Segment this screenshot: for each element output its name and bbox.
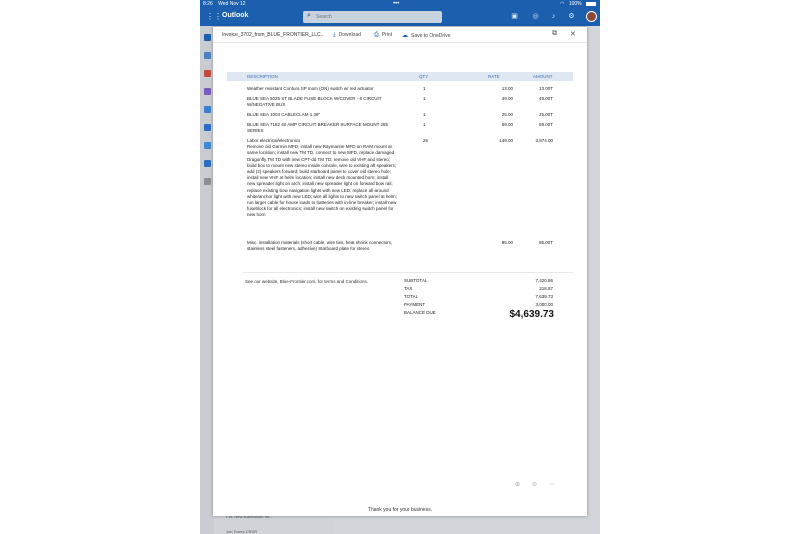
- tax-value: 218.87: [539, 286, 553, 291]
- totals-divider: [243, 272, 573, 273]
- outlook-app-bar: ⋮⋮ Outlook ⌕ ▣ ◎ ♪ ⚙: [200, 8, 600, 26]
- multitask-dots-icon[interactable]: •••: [393, 0, 399, 8]
- zoom-in-icon[interactable]: ⊕: [515, 481, 520, 488]
- search-input[interactable]: [316, 12, 436, 22]
- col-amount: AMOUNT: [533, 74, 553, 79]
- balance-due-label: BALANCE DUE: [404, 310, 436, 315]
- cloud-icon: ☁: [402, 33, 408, 39]
- row-rate: 95.00: [501, 240, 513, 245]
- close-icon[interactable]: ✕: [570, 30, 576, 38]
- row-qty: 1: [423, 122, 426, 127]
- status-date: Wed Nov 12: [218, 1, 246, 7]
- left-nav-rail: [200, 26, 214, 534]
- help-icon[interactable]: ◎: [531, 12, 540, 21]
- print-icon: ⎙: [374, 32, 379, 38]
- total-value: 7,639.73: [535, 294, 553, 299]
- col-description: DESCRIPTION: [247, 74, 278, 79]
- ipad-screen: 8:26 Wed Nov 12 ••• ◠ 100% ⋮⋮ Outlook ⌕ …: [200, 0, 600, 534]
- battery-icon: [586, 1, 596, 6]
- more-apps-icon[interactable]: [204, 178, 211, 185]
- balance-due-value: $4,639.73: [509, 309, 555, 320]
- row-qty: 26: [423, 138, 429, 143]
- row-qty: 1: [423, 112, 426, 117]
- viewer-toolbar: Invoice_3702_from_BLUE_FRONTIER_LLC... ⤓…: [213, 27, 587, 43]
- download-button[interactable]: ⤓ Download: [333, 32, 361, 39]
- battery-percent: 100%: [568, 1, 582, 7]
- print-button[interactable]: ⎙ Print: [374, 32, 392, 39]
- attachment-file-name: Invoice_3702_from_BLUE_FRONTIER_LLC...: [222, 32, 324, 38]
- todo-icon[interactable]: [204, 106, 211, 113]
- row-rate: 59.00: [501, 122, 513, 127]
- row-description: BLUE SEA 7182 40 AMP CIRCUIT BREAKER SUR…: [247, 122, 389, 134]
- row-amount: 13.00T: [538, 86, 553, 91]
- app-title: Outlook: [222, 12, 249, 19]
- row-qty: 1: [423, 86, 426, 91]
- payment-value: 3,000.00: [535, 302, 553, 307]
- more-options-icon[interactable]: ⋯: [549, 481, 555, 488]
- word-icon[interactable]: [204, 124, 211, 131]
- people-icon[interactable]: [204, 70, 211, 77]
- subtotal-label: SUBTOTAL: [404, 278, 428, 283]
- save-to-onedrive-button[interactable]: ☁ Save to OneDrive: [402, 32, 450, 39]
- list-item[interactable]: Jon Torres CRXR: [226, 529, 366, 534]
- row-amount: 49.00T: [538, 96, 553, 101]
- row-rate: 49.00: [501, 96, 513, 101]
- wifi-icon: ◠: [560, 1, 565, 7]
- page-background: 8:26 Wed Nov 12 ••• ◠ 100% ⋮⋮ Outlook ⌕ …: [0, 0, 800, 534]
- row-rate: 25.00: [501, 112, 513, 117]
- row-description: BLUE SEA 1003 CABLECLAM 1.39": [247, 112, 321, 117]
- col-rate: RATE: [488, 74, 500, 79]
- row-qty: 1: [423, 96, 426, 101]
- row-amount: 25.00T: [538, 112, 553, 117]
- teams-icon[interactable]: [204, 88, 211, 95]
- col-qty: QTY: [419, 74, 429, 79]
- invoice-table-header: DESCRIPTION QTY RATE AMOUNT: [227, 72, 573, 81]
- mail-icon[interactable]: [204, 34, 211, 41]
- status-bar: 8:26 Wed Nov 12 ••• ◠ 100%: [200, 0, 600, 8]
- row-description: Labor electrical/electronics Remove old …: [247, 138, 397, 218]
- payment-label: PAYMENT: [404, 302, 426, 307]
- status-time: 8:26: [203, 1, 213, 7]
- bell-icon[interactable]: ♪: [549, 12, 558, 21]
- search-icon: ⌕: [307, 12, 311, 19]
- meet-icon[interactable]: ▣: [510, 12, 519, 21]
- subtotal-value: 7,420.86: [535, 278, 553, 283]
- app-launcher-icon[interactable]: ⋮⋮: [206, 13, 222, 21]
- attachment-viewer: Invoice_3702_from_BLUE_FRONTIER_LLC... ⤓…: [213, 27, 587, 516]
- row-rate: 13.00: [501, 86, 513, 91]
- zoom-controls: ⊕ ⊖ ⋯: [511, 479, 567, 493]
- cloud-icon[interactable]: [204, 160, 211, 167]
- pop-out-icon[interactable]: ⧉: [552, 30, 557, 38]
- zoom-out-icon[interactable]: ⊖: [532, 481, 537, 488]
- download-icon: ⤓: [333, 32, 336, 38]
- total-label: TOTAL: [404, 294, 419, 299]
- row-amount: 59.00T: [538, 122, 553, 127]
- row-amount: 3,874.00: [535, 138, 553, 143]
- row-description: Weather resistant Contura SP mom (ON) sw…: [247, 86, 374, 91]
- thank-you-note: Thank you for your business.: [367, 507, 433, 513]
- terms-footnote: See our website, Blue-Frontier.com, for …: [245, 279, 369, 284]
- tax-label: TAX: [404, 286, 413, 291]
- row-description: Misc. installation materials (short cabl…: [247, 240, 393, 252]
- onedrive-icon[interactable]: [204, 142, 211, 149]
- calendar-icon[interactable]: [204, 52, 211, 59]
- search-box[interactable]: ⌕: [303, 11, 442, 23]
- row-description: BLUE SEA 5025 ST BLADE FUSE BLOCK W/COVE…: [247, 96, 382, 108]
- row-amount: 95.00T: [538, 240, 553, 245]
- avatar[interactable]: [586, 11, 597, 22]
- invoice-document: DESCRIPTION QTY RATE AMOUNT Weather resi…: [227, 72, 573, 492]
- message-list-peek: FW: New submission fro... Jon Torres CRX…: [226, 514, 366, 534]
- row-rate: 149.00: [499, 138, 513, 143]
- settings-icon[interactable]: ⚙: [567, 12, 576, 21]
